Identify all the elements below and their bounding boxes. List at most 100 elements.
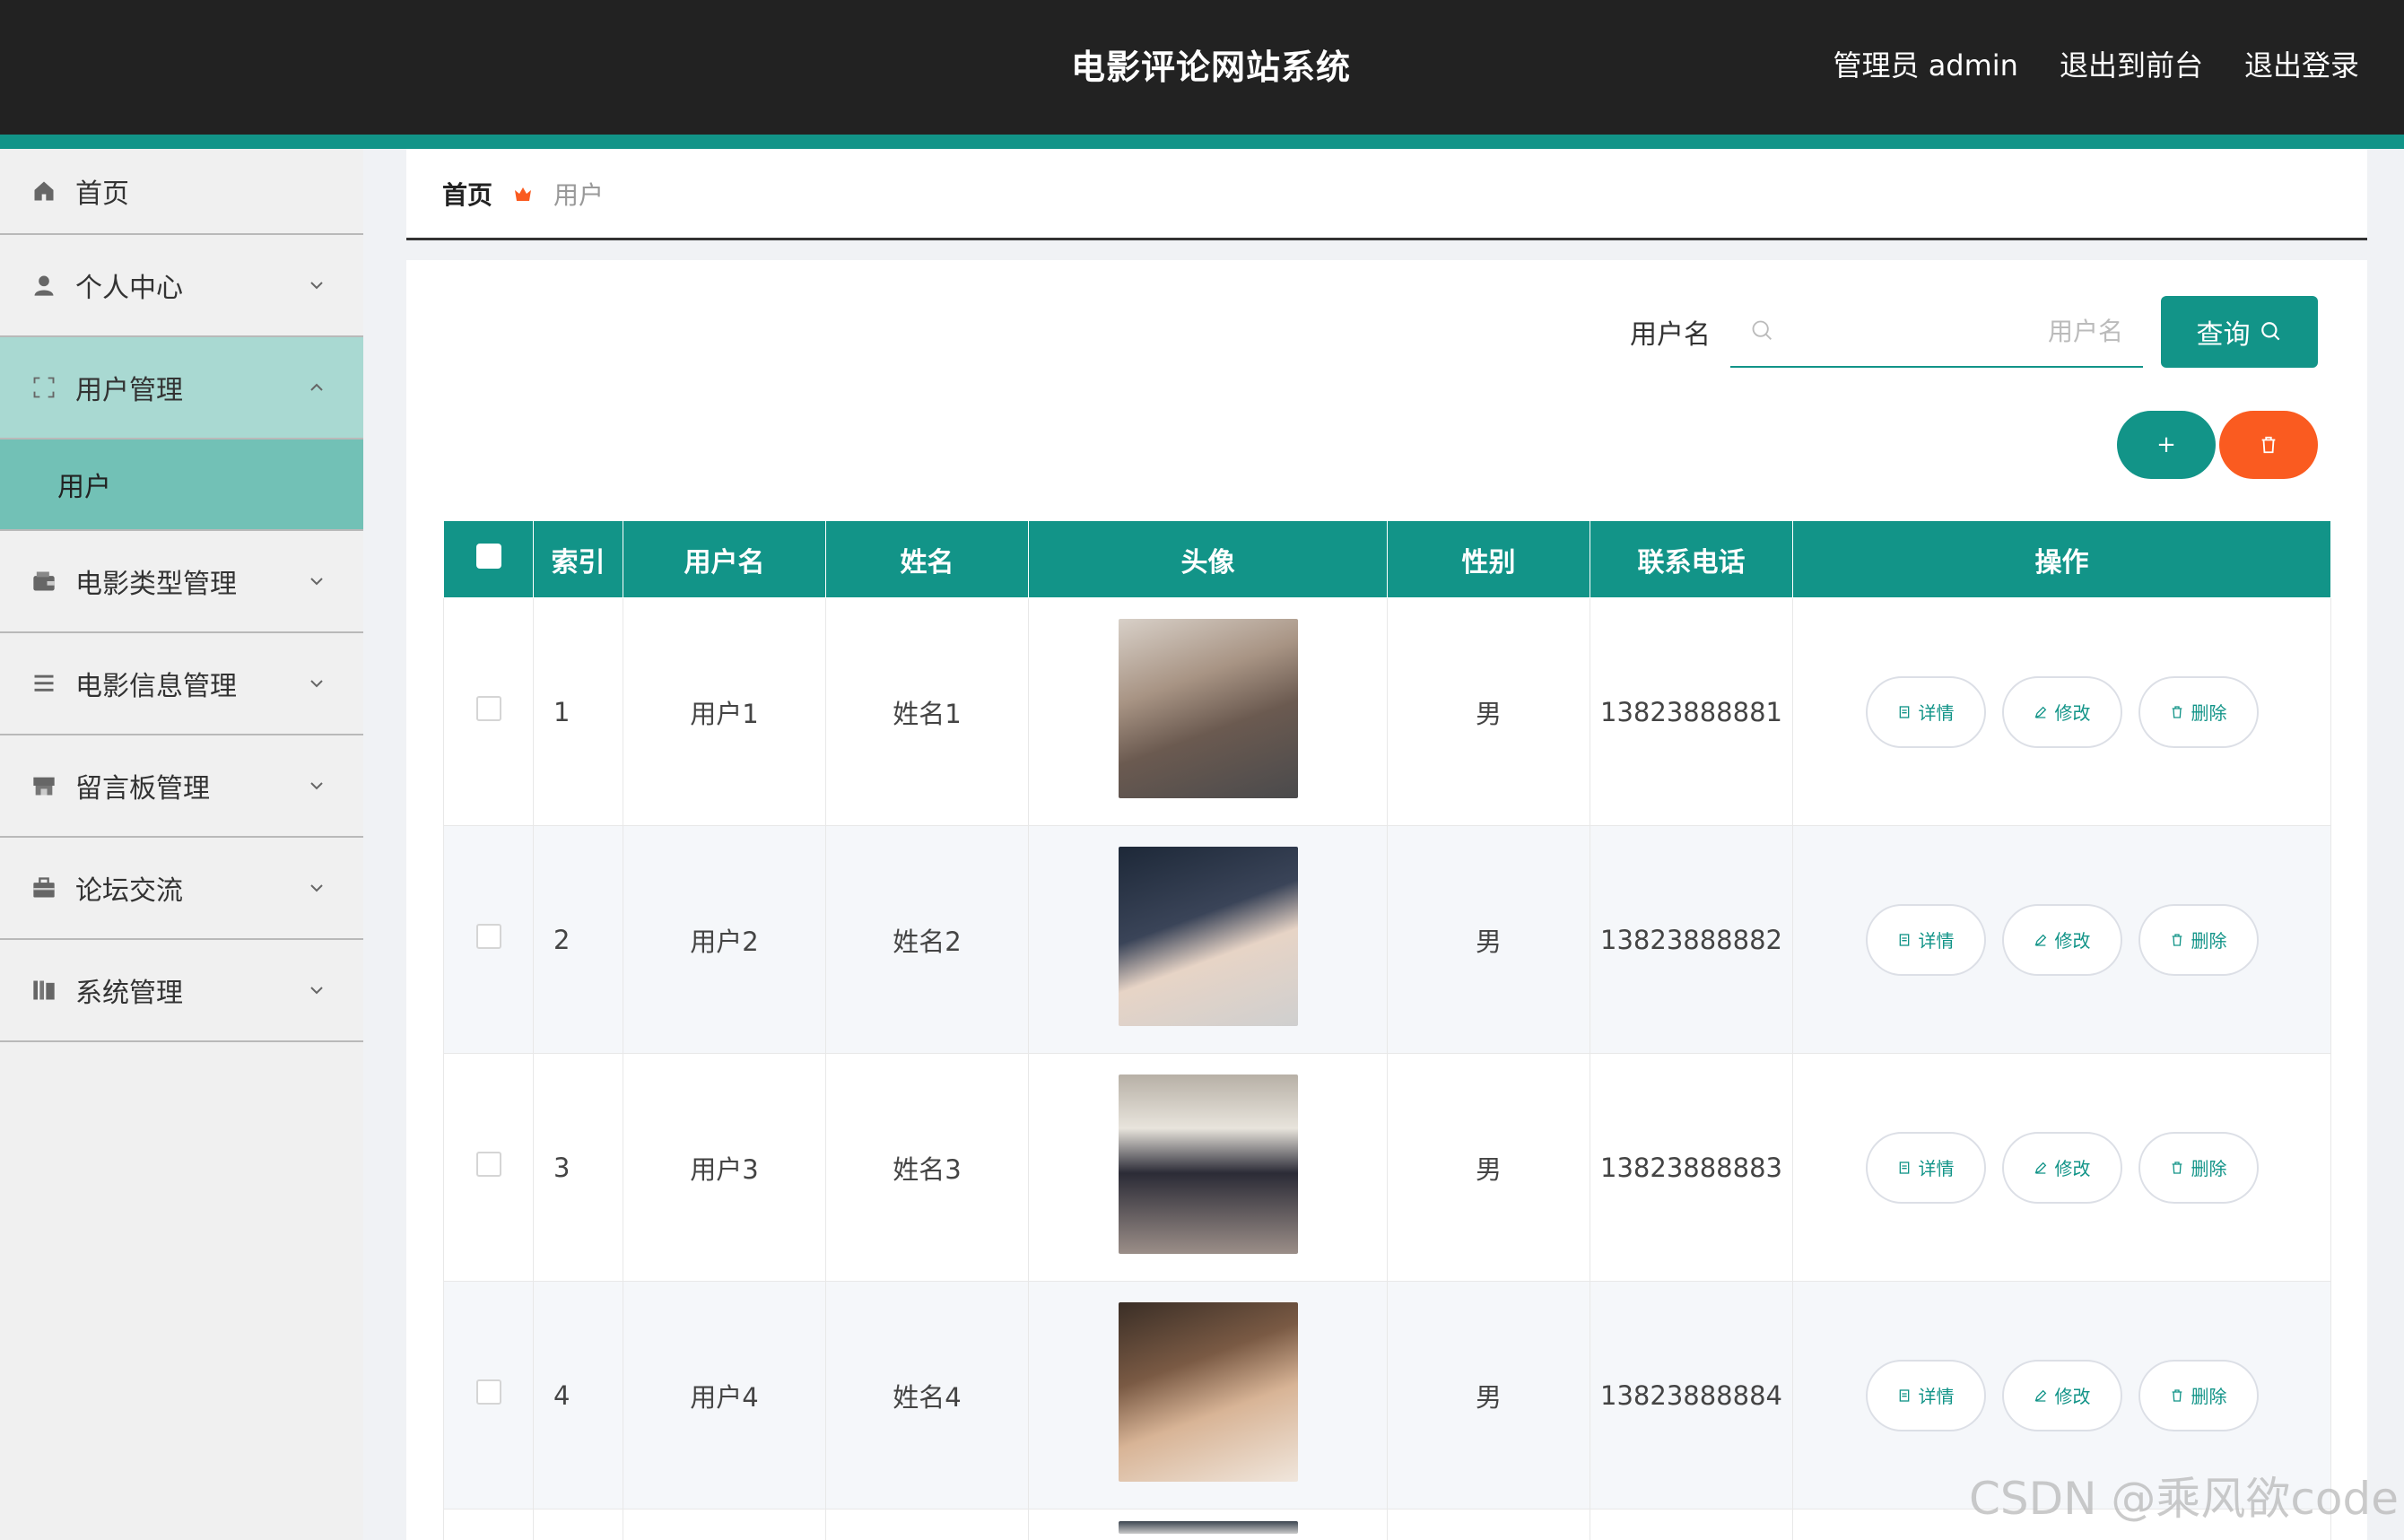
detail-label: 详情: [1918, 702, 1955, 724]
delete-label: 删除: [2191, 1158, 2227, 1179]
sidebar-item-label: 电影信息管理: [75, 671, 237, 702]
column-header: 头像: [1028, 520, 1388, 598]
search-button-label: 查询: [2196, 319, 2251, 351]
sidebar-item-home[interactable]: 首页: [0, 149, 363, 235]
sidebar-item-movie-type[interactable]: 电影类型管理: [0, 531, 363, 633]
sidebar-item-movie-info[interactable]: 电影信息管理: [0, 633, 363, 735]
delete-button[interactable]: 删除: [2138, 1359, 2259, 1431]
avatar[interactable]: [1118, 1302, 1298, 1482]
search-box: [1730, 296, 2143, 368]
table-row: 2 用户2 姓名2 男 13823888882 详情 修改 删除: [443, 825, 2331, 1054]
edit-label: 修改: [2054, 1158, 2091, 1179]
edit-button[interactable]: 修改: [2001, 903, 2122, 976]
edit-button[interactable]: 修改: [2001, 1131, 2122, 1204]
row-checkbox[interactable]: [475, 1152, 501, 1177]
index-cell: [533, 1509, 623, 1540]
detail-button[interactable]: 详情: [1865, 1359, 1986, 1431]
column-header: 索引: [533, 520, 623, 598]
chevron-down-icon: [310, 282, 323, 290]
sidebar-subitem-user[interactable]: 用户: [0, 439, 363, 531]
shop-icon: [30, 772, 57, 799]
name-cell: [825, 1509, 1029, 1540]
search-icon: [1752, 320, 1772, 340]
ops-cell: 详情 修改 删除: [1792, 825, 2331, 1054]
detail-button[interactable]: 详情: [1865, 675, 1986, 748]
sidebar-item-forum[interactable]: 论坛交流: [0, 838, 363, 940]
select-all-header: [443, 520, 534, 598]
row-actions: 详情 修改 删除: [1793, 675, 2330, 748]
add-button[interactable]: +: [2117, 411, 2216, 479]
batch-delete-button[interactable]: [2219, 411, 2318, 479]
sidebar-item-label: 留言板管理: [75, 773, 210, 805]
column-header: 性别: [1387, 520, 1590, 598]
edit-button[interactable]: 修改: [2001, 1359, 2122, 1431]
search-button[interactable]: 查询: [2161, 296, 2318, 368]
row-checkbox[interactable]: [475, 1379, 501, 1405]
chevron-down-icon: [310, 578, 323, 586]
delete-button[interactable]: 删除: [2138, 1131, 2259, 1204]
sidebar-item-system[interactable]: 系统管理: [0, 940, 363, 1042]
username-cell: [623, 1509, 826, 1540]
table-row: 1 用户1 姓名1 男 13823888881 详情 修改 删除: [443, 597, 2331, 826]
delete-button[interactable]: 删除: [2138, 675, 2259, 748]
username-cell: 用户3: [623, 1053, 826, 1282]
avatar[interactable]: [1118, 619, 1298, 798]
row-select-cell: [443, 597, 534, 826]
chevron-down-icon: [310, 782, 323, 790]
document-icon: [1899, 705, 1909, 718]
avatar-cell: [1028, 1509, 1388, 1540]
person-icon: [30, 272, 57, 299]
sidebar-item-label: 用户管理: [75, 375, 183, 406]
name-cell: 姓名1: [825, 597, 1029, 826]
delete-label: 删除: [2191, 702, 2227, 724]
chevron-up-icon: [310, 383, 323, 391]
detail-label: 详情: [1918, 1386, 1955, 1407]
table-row: 3 用户3 姓名3 男 13823888883 详情 修改 删除: [443, 1053, 2331, 1282]
document-icon: [1899, 1388, 1909, 1402]
logout-link[interactable]: 退出登录: [2244, 43, 2359, 84]
crown-separator-icon: [515, 187, 532, 201]
delete-label: 删除: [2191, 1386, 2227, 1407]
row-checkbox[interactable]: [475, 924, 501, 949]
phone-cell: 13823888883: [1590, 1053, 1793, 1282]
select-all-checkbox[interactable]: [475, 543, 501, 569]
edit-label: 修改: [2054, 1386, 2091, 1407]
sidebar-item-personal[interactable]: 个人中心: [0, 235, 363, 337]
detail-button[interactable]: 详情: [1865, 1131, 1986, 1204]
row-select-cell: [443, 1509, 534, 1540]
avatar[interactable]: [1118, 1521, 1298, 1534]
username-cell: 用户1: [623, 597, 826, 826]
trash-icon: [2172, 705, 2182, 718]
index-cell: 4: [533, 1281, 623, 1510]
gender-cell: [1387, 1509, 1590, 1540]
sidebar-item-message-board[interactable]: 留言板管理: [0, 735, 363, 838]
detail-button[interactable]: 详情: [1865, 903, 1986, 976]
chevron-down-icon: [310, 884, 323, 892]
gender-cell: 男: [1387, 825, 1590, 1054]
trash-icon: [2172, 1161, 2182, 1174]
breadcrumb-home[interactable]: 首页: [442, 176, 492, 212]
admin-label[interactable]: 管理员 admin: [1833, 43, 2018, 84]
phone-cell: 13823888884: [1590, 1281, 1793, 1510]
to-front-link[interactable]: 退出到前台: [2060, 43, 2203, 84]
delete-button[interactable]: 删除: [2138, 903, 2259, 976]
column-header: 联系电话: [1590, 520, 1793, 598]
search-row: 用户名 查询: [1630, 296, 2318, 368]
ops-cell: 详情 修改 删除: [1792, 597, 2331, 826]
row-checkbox[interactable]: [475, 696, 501, 721]
row-select-cell: [443, 1281, 534, 1510]
list-icon: [30, 670, 57, 697]
avatar[interactable]: [1118, 847, 1298, 1026]
watermark: CSDN @乘风欲code: [1968, 1473, 2399, 1525]
edit-button[interactable]: 修改: [2001, 675, 2122, 748]
trash-icon: [2172, 933, 2182, 946]
row-select-cell: [443, 1053, 534, 1282]
search-input[interactable]: [1775, 316, 2123, 346]
breadcrumb-current: 用户: [553, 179, 605, 210]
avatar[interactable]: [1118, 1075, 1298, 1254]
sidebar-item-user-management[interactable]: 用户管理: [0, 337, 363, 439]
sidebar-item-label: 电影类型管理: [75, 569, 237, 600]
sidebar-item-label: 首页: [75, 178, 129, 210]
sidebar-item-label: 个人中心: [75, 273, 183, 304]
document-icon: [1899, 933, 1909, 946]
